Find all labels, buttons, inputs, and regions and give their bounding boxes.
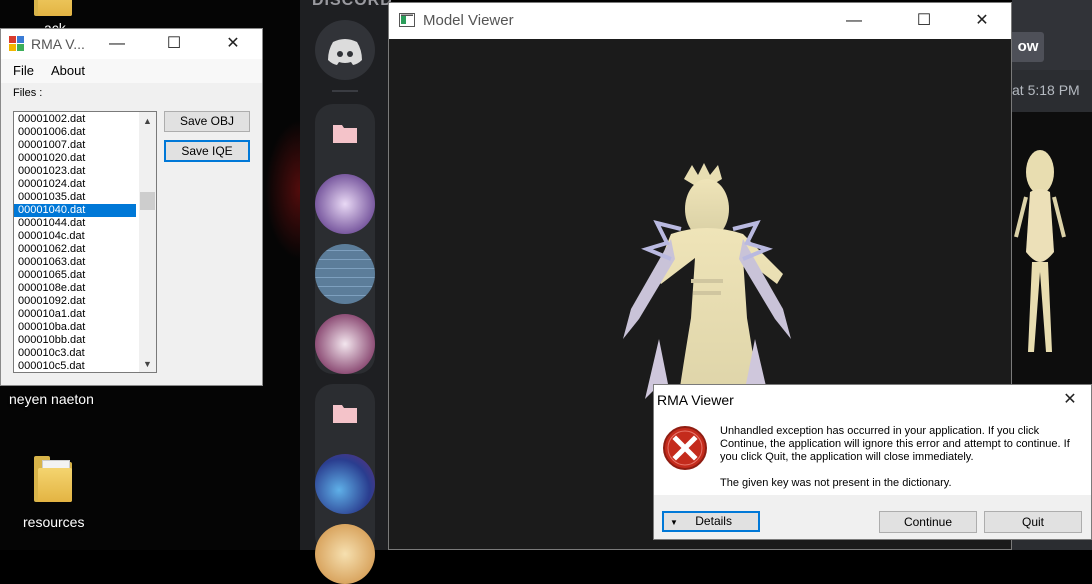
maximize-button[interactable]: ☐ (901, 3, 947, 39)
list-item[interactable]: 00001002.dat (14, 113, 156, 126)
model-viewer-titlebar[interactable]: Model Viewer — ☐ ✕ (389, 3, 1011, 39)
rma-titlebar[interactable]: RMA V... — ☐ ✕ (1, 29, 262, 59)
expand-arrow-icon: ▼ (670, 518, 678, 527)
listbox-scrollbar[interactable]: ▲ ▼ (139, 112, 156, 372)
desktop-folder-icon-top[interactable] (34, 0, 74, 16)
list-item[interactable]: 00001063.dat (14, 256, 156, 269)
server-icon-1[interactable] (315, 174, 375, 234)
app-icon (9, 36, 24, 51)
list-item[interactable]: 000010c3.dat (14, 347, 156, 360)
error-icon (663, 426, 707, 470)
folder-icon (333, 405, 357, 423)
list-item[interactable]: 000010c5.dat (14, 360, 156, 372)
files-list: 00001002.dat 00001006.dat 00001007.dat 0… (14, 112, 156, 372)
scroll-up-arrow[interactable]: ▲ (143, 116, 152, 126)
app-icon (399, 13, 415, 27)
list-item[interactable]: 00001007.dat (14, 139, 156, 152)
list-item[interactable]: 00001024.dat (14, 178, 156, 191)
save-iqe-button[interactable]: Save IQE (164, 140, 250, 162)
list-item[interactable]: 00001062.dat (14, 243, 156, 256)
menu-about[interactable]: About (51, 63, 85, 78)
rma-viewer-window: RMA V... — ☐ ✕ File About Files : 000010… (0, 28, 263, 386)
list-item[interactable]: 000010a1.dat (14, 308, 156, 321)
server-icon-3[interactable] (315, 314, 375, 374)
list-item[interactable]: 000010ba.dat (14, 321, 156, 334)
chat-bottom (1012, 540, 1092, 550)
list-item[interactable]: 00001020.dat (14, 152, 156, 165)
list-item[interactable]: 00001065.dat (14, 269, 156, 282)
list-item-selected[interactable]: 00001040.dat (14, 204, 136, 217)
details-button[interactable]: ▼ Details (662, 511, 760, 532)
red-glow (265, 120, 300, 260)
window-title: RMA V... (31, 36, 85, 52)
list-item[interactable]: 000010bb.dat (14, 334, 156, 347)
files-label: Files : (13, 87, 43, 99)
dialog-body: Unhandled exception has occurred in your… (654, 415, 1091, 495)
server-icon-4[interactable] (315, 454, 375, 514)
list-item[interactable]: 0000104c.dat (14, 230, 156, 243)
scroll-thumb[interactable] (140, 192, 155, 210)
minimize-button[interactable]: — (94, 26, 140, 62)
save-obj-button[interactable]: Save OBJ (164, 111, 250, 132)
discord-logo-icon (328, 39, 362, 65)
resources-folder-label[interactable]: resources (23, 514, 84, 530)
close-button[interactable]: ✕ (959, 3, 1005, 39)
error-message: Unhandled exception has occurred in your… (720, 425, 1070, 463)
minimize-button[interactable]: — (831, 3, 877, 39)
model-preview-image (1014, 150, 1066, 352)
message-timestamp: at 5:18 PM (1012, 82, 1080, 98)
server-icon-5[interactable] (315, 524, 375, 584)
menu-bar: File About (1, 59, 262, 83)
discord-guild-sidebar: DISCORD (300, 0, 392, 584)
close-button[interactable]: ✕ (210, 26, 256, 62)
list-item[interactable]: 00001092.dat (14, 295, 156, 308)
discord-logo-text: DISCORD (312, 0, 393, 9)
discord-home-button[interactable] (315, 20, 375, 80)
error-dialog: RMA Viewer ✕ Unhandled exception has occ… (653, 384, 1092, 540)
server-icon-2[interactable] (315, 244, 375, 304)
files-listbox[interactable]: 00001002.dat 00001006.dat 00001007.dat 0… (13, 111, 157, 373)
guild-separator (332, 90, 358, 92)
list-item[interactable]: 00001006.dat (14, 126, 156, 139)
dialog-title: RMA Viewer (657, 392, 734, 408)
continue-button[interactable]: Continue (879, 511, 977, 533)
folder-icon (333, 125, 357, 143)
menu-file[interactable]: File (13, 63, 34, 78)
maximize-button[interactable]: ☐ (151, 26, 197, 62)
list-item[interactable]: 00001035.dat (14, 191, 156, 204)
dialog-close-button[interactable]: ✕ (1047, 382, 1092, 418)
resources-folder-icon[interactable] (34, 456, 74, 502)
error-detail: The given key was not present in the dic… (720, 477, 952, 489)
discord-follow-button[interactable]: ow (1012, 32, 1044, 62)
desktop-icon-label[interactable]: neyen naeton (9, 391, 94, 407)
quit-button[interactable]: Quit (984, 511, 1082, 533)
chat-image-attachment[interactable] (1012, 112, 1092, 384)
dialog-titlebar[interactable]: RMA Viewer ✕ (654, 385, 1091, 415)
list-item[interactable]: 0000108e.dat (14, 282, 156, 295)
details-label: Details (695, 514, 732, 528)
scroll-down-arrow[interactable]: ▼ (143, 359, 152, 369)
window-title: Model Viewer (423, 12, 514, 29)
list-item[interactable]: 00001044.dat (14, 217, 156, 230)
list-item[interactable]: 00001023.dat (14, 165, 156, 178)
